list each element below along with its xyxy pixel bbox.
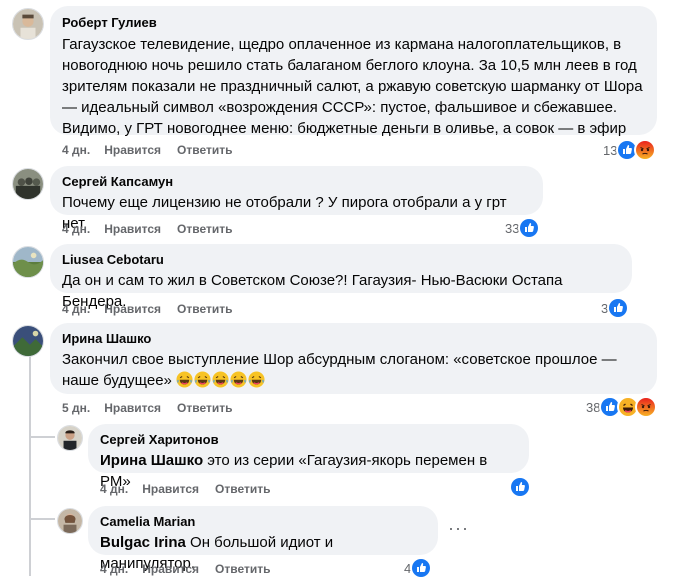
- like-button[interactable]: Нравится: [104, 222, 161, 236]
- comment-time[interactable]: 4 дн.: [62, 143, 90, 157]
- comment-text: Закончил свое выступление Шор абсурдным …: [62, 349, 645, 391]
- mention-link[interactable]: Bulgac Irina: [100, 534, 186, 551]
- comment-author[interactable]: Ирина Шашко: [62, 331, 645, 347]
- avatar[interactable]: [57, 508, 83, 534]
- reaction-summary[interactable]: 4: [404, 557, 433, 579]
- reply-actions: 4 дн. Нравится Ответить: [100, 481, 287, 497]
- comment-line: Гагаузское телевидение, щедро оплаченное…: [62, 36, 622, 53]
- laughing-emoji-icon: [212, 371, 229, 388]
- comment-actions: 4 дн. Нравится Ответить: [62, 142, 249, 158]
- reply-button[interactable]: Ответить: [177, 401, 232, 415]
- laughing-emoji-row: [176, 371, 266, 389]
- avatar[interactable]: [57, 425, 83, 451]
- comment-line: — идеальный символ «возрождения СССР»: п…: [62, 99, 618, 116]
- reaction-summary[interactable]: [509, 476, 531, 498]
- avatar[interactable]: [12, 8, 44, 40]
- laughing-emoji-icon: [176, 371, 193, 388]
- reply-bubble: Camelia Marian Bulgac Irina Он большой и…: [88, 506, 438, 572]
- avatar[interactable]: [12, 246, 44, 278]
- reaction-count: 33: [505, 220, 520, 236]
- comment-author[interactable]: Роберт Гулиев: [62, 15, 645, 31]
- avatar[interactable]: [12, 168, 44, 200]
- reply-button[interactable]: Ответить: [177, 143, 232, 157]
- reply-author[interactable]: Camelia Marian: [100, 514, 426, 530]
- reply-button[interactable]: Ответить: [177, 222, 232, 236]
- comment-time[interactable]: 5 дн.: [62, 401, 90, 415]
- reply-button[interactable]: Ответить: [215, 562, 270, 576]
- reaction-summary[interactable]: 13: [603, 139, 657, 161]
- like-button[interactable]: Нравится: [142, 562, 199, 576]
- laughing-emoji-icon: [194, 371, 211, 388]
- comment-actions: 4 дн. Нравится Ответить: [62, 301, 249, 317]
- comment-line: новогоднюю ночь решило стать балаганом б…: [62, 57, 637, 74]
- avatar[interactable]: [12, 325, 44, 357]
- like-button[interactable]: Нравится: [104, 401, 161, 415]
- angry-icon: [634, 139, 657, 161]
- like-button[interactable]: Нравится: [104, 302, 161, 316]
- comment-bubble: Liusea Cebotaru Да он и сам то жил в Сов…: [50, 244, 632, 310]
- comment-line: наше будущее»: [62, 370, 645, 391]
- reply-time[interactable]: 4 дн.: [100, 562, 128, 576]
- like-icon: [518, 217, 541, 239]
- reaction-count: 38: [586, 399, 601, 415]
- like-button[interactable]: Нравится: [142, 482, 199, 496]
- laughing-emoji-icon: [248, 371, 265, 388]
- comment-line: Видимо, у ГРТ новогоднее меню: бюджетные…: [62, 120, 627, 137]
- comment-line-text: наше будущее»: [62, 372, 172, 389]
- comment-actions: 4 дн. Нравится Ответить: [62, 221, 249, 237]
- comment-bubble: Ирина Шашко Закончил свое выступление Шо…: [50, 323, 657, 394]
- like-icon: [607, 297, 630, 319]
- thread-branch: [29, 518, 55, 520]
- comment-bubble: Сергей Капсамун Почему еще лицензию не о…: [50, 166, 543, 232]
- more-options-button[interactable]: ···: [448, 518, 469, 539]
- mention-link[interactable]: Ирина Шашко: [100, 452, 203, 469]
- reaction-summary[interactable]: 33: [505, 217, 541, 239]
- angry-icon: [635, 396, 658, 418]
- comment-line: зрителям показали не праздничный салют, …: [62, 78, 643, 95]
- comment-actions: 5 дн. Нравится Ответить: [62, 400, 249, 416]
- reaction-count: 13: [603, 142, 618, 158]
- comment-author[interactable]: Liusea Cebotaru: [62, 252, 620, 268]
- like-icon: [509, 476, 531, 498]
- comment-time[interactable]: 4 дн.: [62, 302, 90, 316]
- reply-author[interactable]: Сергей Харитонов: [100, 432, 517, 448]
- comment-line: Закончил свое выступление Шор абсурдным …: [62, 351, 617, 368]
- comment-time[interactable]: 4 дн.: [62, 222, 90, 236]
- comment-bubble: Роберт Гулиев Гагаузское телевидение, ще…: [50, 6, 657, 137]
- comment-author[interactable]: Сергей Капсамун: [62, 174, 531, 190]
- comment-text: Гагаузское телевидение, щедро оплаченное…: [62, 34, 645, 139]
- reaction-summary[interactable]: 38: [586, 396, 658, 418]
- reply-time[interactable]: 4 дн.: [100, 482, 128, 496]
- reaction-summary[interactable]: 3: [601, 297, 630, 319]
- reply-button[interactable]: Ответить: [177, 302, 232, 316]
- thread-line: [29, 356, 31, 576]
- reply-bubble: Сергей Харитонов Ирина Шашко это из сери…: [88, 424, 529, 490]
- reply-actions: 4 дн. Нравится Ответить: [100, 561, 287, 577]
- thread-branch: [29, 436, 55, 438]
- reply-button[interactable]: Ответить: [215, 482, 270, 496]
- like-button[interactable]: Нравится: [104, 143, 161, 157]
- laughing-emoji-icon: [230, 371, 247, 388]
